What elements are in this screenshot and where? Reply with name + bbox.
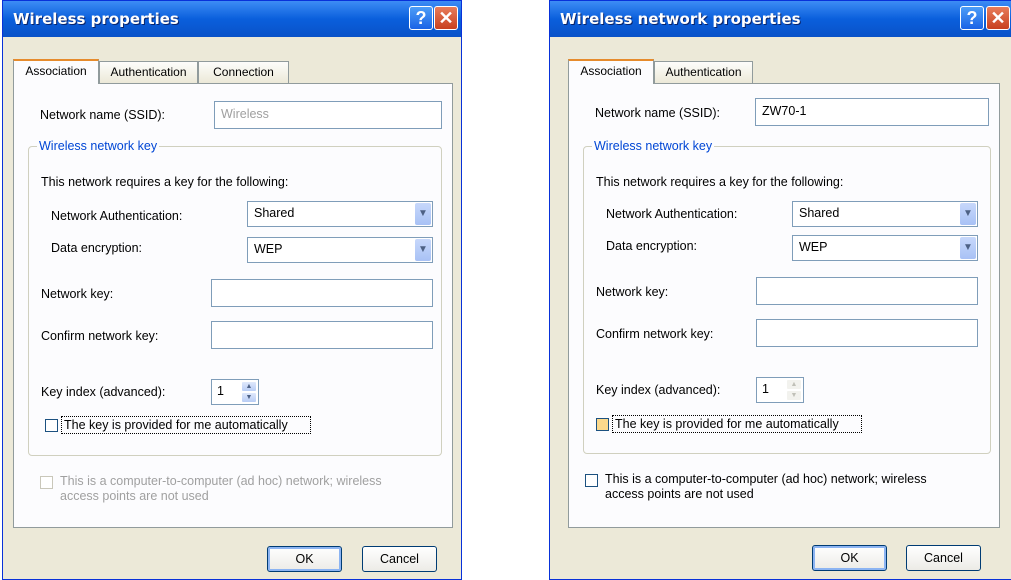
data-encryption-select[interactable]: WEP ▼ [792, 235, 978, 261]
adhoc-checkbox[interactable] [585, 474, 598, 487]
data-encryption-select[interactable]: WEP ▼ [247, 237, 433, 263]
data-encryption-value: WEP [799, 240, 828, 254]
help-button[interactable]: ? [409, 6, 433, 30]
tab-authentication[interactable]: Authentication [99, 61, 198, 83]
wireless-key-group: Wireless network key This network requir… [583, 139, 991, 454]
network-name-label: Network name (SSID): [40, 108, 166, 122]
tab-connection[interactable]: Connection [198, 61, 289, 83]
network-auth-label: Network Authentication: [606, 207, 738, 221]
cancel-button[interactable]: Cancel [362, 546, 437, 572]
spin-buttons[interactable]: ▲ ▼ [241, 381, 257, 403]
auto-key-checkbox[interactable] [45, 419, 58, 432]
network-name-field[interactable]: ZW70-1 [755, 98, 989, 126]
key-index-label: Key index (advanced): [596, 383, 721, 397]
help-icon: ? [966, 8, 978, 28]
network-auth-value: Shared [254, 206, 295, 220]
network-auth-select[interactable]: Shared ▼ [247, 201, 433, 227]
close-button[interactable]: ✕ [986, 6, 1010, 30]
auto-key-label[interactable]: The key is provided for me automatically [64, 418, 288, 432]
close-icon: ✕ [438, 8, 454, 28]
requires-key-text: This network requires a key for the foll… [596, 175, 844, 189]
chevron-down-icon[interactable]: ▼ [960, 203, 976, 225]
data-encryption-label: Data encryption: [606, 239, 698, 253]
confirm-key-field[interactable] [211, 321, 433, 349]
network-auth-label: Network Authentication: [51, 209, 183, 223]
key-index-value: 1 [217, 384, 224, 398]
key-index-label: Key index (advanced): [41, 385, 166, 399]
title-bar[interactable]: Wireless network properties ? ✕ [550, 1, 1011, 37]
adhoc-label-line2: access points are not used [60, 489, 209, 503]
requires-key-text: This network requires a key for the foll… [41, 175, 289, 189]
key-index-spinner[interactable]: 1 ▲ ▼ [211, 379, 259, 405]
confirm-key-label: Confirm network key: [596, 327, 714, 341]
chevron-down-icon[interactable]: ▼ [415, 239, 431, 261]
auto-key-checkbox[interactable] [596, 418, 609, 431]
help-icon: ? [415, 8, 427, 28]
auto-key-label[interactable]: The key is provided for me automatically [615, 417, 839, 431]
association-panel: Network name (SSID): ZW70-1 Wireless net… [568, 83, 1000, 528]
network-auth-select[interactable]: Shared ▼ [792, 201, 978, 227]
confirm-key-field[interactable] [756, 319, 978, 347]
network-key-field[interactable] [756, 277, 978, 305]
key-index-value: 1 [762, 382, 769, 396]
network-key-label: Network key: [596, 285, 669, 299]
data-encryption-label: Data encryption: [51, 241, 143, 255]
adhoc-label-line1: This is a computer-to-computer (ad hoc) … [605, 472, 927, 486]
wireless-properties-dialog: Wireless properties ? ✕ Association Auth… [2, 0, 462, 580]
spin-down-icon[interactable]: ▼ [241, 392, 257, 403]
tab-authentication[interactable]: Authentication [654, 61, 753, 83]
cancel-button[interactable]: Cancel [906, 545, 981, 571]
spin-buttons[interactable]: ▲ ▼ [786, 379, 802, 401]
wireless-key-group: Wireless network key This network requir… [28, 139, 442, 456]
data-encryption-value: WEP [254, 242, 283, 256]
window-title: Wireless properties [13, 10, 179, 28]
network-auth-value: Shared [799, 206, 840, 220]
wireless-network-properties-dialog: Wireless network properties ? ✕ Associat… [549, 0, 1011, 580]
ok-button[interactable]: OK [267, 546, 342, 572]
network-key-field[interactable] [211, 279, 433, 307]
title-bar[interactable]: Wireless properties ? ✕ [3, 1, 461, 37]
tab-association[interactable]: Association [568, 59, 654, 84]
chevron-down-icon[interactable]: ▼ [960, 237, 976, 259]
adhoc-checkbox[interactable] [40, 476, 53, 489]
network-key-label: Network key: [41, 287, 114, 301]
network-name-field[interactable]: Wireless [214, 101, 442, 129]
association-panel: Network name (SSID): Wireless Wireless n… [13, 83, 453, 528]
tab-association[interactable]: Association [13, 59, 99, 84]
spin-down-icon[interactable]: ▼ [786, 390, 802, 401]
close-icon: ✕ [990, 8, 1006, 28]
spin-up-icon[interactable]: ▲ [786, 379, 802, 390]
help-button[interactable]: ? [960, 6, 984, 30]
group-title: Wireless network key [37, 139, 160, 153]
confirm-key-label: Confirm network key: [41, 329, 159, 343]
close-button[interactable]: ✕ [434, 6, 458, 30]
chevron-down-icon[interactable]: ▼ [415, 203, 431, 225]
adhoc-label-line1: This is a computer-to-computer (ad hoc) … [60, 474, 382, 488]
window-title: Wireless network properties [560, 10, 801, 28]
adhoc-label-line2: access points are not used [605, 487, 754, 501]
group-title: Wireless network key [592, 139, 715, 153]
key-index-spinner[interactable]: 1 ▲ ▼ [756, 377, 804, 403]
ok-button[interactable]: OK [812, 545, 887, 571]
network-name-label: Network name (SSID): [595, 106, 721, 120]
spin-up-icon[interactable]: ▲ [241, 381, 257, 392]
